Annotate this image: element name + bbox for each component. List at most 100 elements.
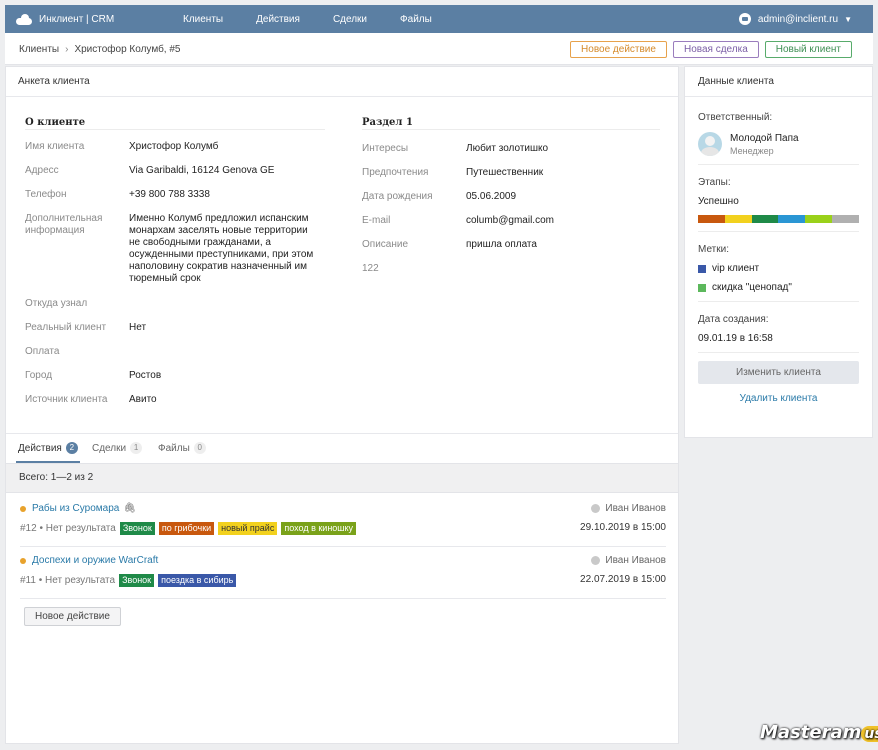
- new-client-button[interactable]: Новый клиент: [764, 41, 852, 58]
- action-title-link[interactable]: Рабы из Суромара: [32, 503, 119, 514]
- about-section: О клиенте Имя клиента Христофор Колумб Ад…: [25, 117, 325, 408]
- breadcrumb: Клиенты › Христофор Колумб, #5: [19, 33, 181, 65]
- field-row: Телефон +39 800 788 3338: [25, 189, 325, 203]
- field-value: Именно Колумб предложил испанским монарх…: [129, 213, 314, 284]
- client-profile-panel: Анкета клиента О клиенте Имя клиента Хрис…: [5, 66, 679, 744]
- section-title: Раздел 1: [362, 117, 660, 131]
- field-label: Дата рождения: [362, 191, 433, 202]
- action-item: Рабы из Суромара 🖇 Иван Иванов #12 • Нет…: [20, 495, 666, 547]
- user-avatar-icon: [738, 13, 751, 25]
- brand[interactable]: Инклиент | CRM: [16, 5, 114, 33]
- add-action-button[interactable]: Новое действие: [24, 607, 121, 626]
- field-row: Адресс Via Garibaldi, 16124 Genova GE: [25, 165, 325, 179]
- tab-files[interactable]: Файлы 0: [158, 442, 206, 454]
- count-badge: 2: [65, 442, 78, 454]
- action-meta: #11 • Нет результата: [20, 575, 116, 586]
- status-dot-icon: [20, 505, 26, 512]
- field-label: Предпочтения: [362, 167, 429, 178]
- field-row: Город Ростов: [25, 370, 325, 384]
- field-value: Ростов: [129, 370, 162, 381]
- client-tag: vip клиент: [698, 263, 859, 274]
- tab-actions[interactable]: Действия 2: [18, 442, 78, 454]
- field-value: Христофор Колумб: [129, 141, 219, 152]
- stage-segment: [698, 215, 725, 223]
- field-value: Нет: [129, 322, 147, 333]
- breadcrumb-clients[interactable]: Клиенты: [19, 44, 59, 55]
- section-1: Раздел 1 Интересы Любит золотишко Предпоч…: [362, 117, 660, 277]
- field-value: +39 800 788 3338: [129, 189, 210, 200]
- field-label: Источник клиента: [25, 394, 108, 405]
- field-label: Телефон: [25, 189, 67, 200]
- new-action-button[interactable]: Новое действие: [570, 41, 667, 58]
- stage-segment: [832, 215, 859, 223]
- chevron-right-icon: ›: [65, 43, 69, 55]
- nav-item-files[interactable]: Файлы: [400, 14, 432, 25]
- stage-segment: [751, 215, 779, 223]
- client-data-panel: Данные клиента Ответственный: Молодой Па…: [684, 66, 873, 438]
- field-row: Описание пришла оплата: [362, 239, 660, 253]
- count-badge: 1: [130, 442, 143, 454]
- user-email: admin@inclient.ru: [757, 13, 839, 25]
- tag-color-icon: [698, 283, 706, 292]
- edit-client-button[interactable]: Изменить клиента: [698, 361, 859, 384]
- action-date: 29.10.2019 в 15:00: [580, 522, 666, 533]
- breadcrumb-bar: Клиенты › Христофор Колумб, #5 Новое дей…: [5, 33, 873, 65]
- field-row: Интересы Любит золотишко: [362, 143, 660, 157]
- action-date: 22.07.2019 в 15:00: [580, 574, 666, 585]
- field-value: пришла оплата: [466, 239, 537, 250]
- nav-item-clients[interactable]: Клиенты: [183, 14, 223, 25]
- manager-name: Молодой Папа: [730, 132, 799, 144]
- section-title: О клиенте: [25, 117, 325, 131]
- field-value: Авито: [129, 394, 157, 405]
- field-label: Откуда узнал: [25, 298, 88, 309]
- status-dot-icon: [20, 557, 26, 564]
- field-label: 122: [362, 263, 379, 274]
- field-value: Путешественник: [466, 167, 544, 178]
- created-label: Дата создания:: [698, 314, 769, 325]
- panel-title: Анкета клиента: [6, 67, 678, 97]
- delete-client-link[interactable]: Удалить клиента: [698, 393, 859, 404]
- cloud-logo-icon: [16, 14, 32, 25]
- tag[interactable]: поход в киношку: [281, 522, 357, 535]
- field-row: Предпочтения Путешественник: [362, 167, 660, 181]
- field-value: 05.06.2009: [466, 191, 517, 202]
- tag[interactable]: Звонок: [119, 574, 155, 587]
- nav-item-deals[interactable]: Сделки: [333, 14, 367, 25]
- field-label: Реальный клиент: [25, 322, 107, 333]
- stage-segment: [778, 215, 806, 223]
- user-menu[interactable]: admin@inclient.ru ▼: [738, 5, 852, 33]
- brand-title: Инклиент | CRM: [39, 13, 115, 25]
- client-tag: скидка "ценопад": [698, 282, 859, 293]
- tab-deals[interactable]: Сделки 1: [92, 442, 143, 454]
- user-icon: [591, 556, 601, 565]
- field-label: Оплата: [25, 346, 60, 357]
- stage-segment: [805, 215, 833, 223]
- nav-item-actions[interactable]: Действия: [256, 14, 300, 25]
- count-badge: 0: [193, 442, 206, 454]
- field-label: Имя клиента: [25, 141, 85, 152]
- action-owner: Иван Иванов: [591, 555, 666, 566]
- breadcrumb-current: Христофор Колумб, #5: [74, 43, 181, 55]
- total-count: Всего: 1—2 из 2: [6, 463, 678, 493]
- field-row: E-mail columb@gmail.com: [362, 215, 660, 229]
- caret-down-icon[interactable]: ▼: [844, 15, 852, 24]
- new-deal-button[interactable]: Новая сделка: [672, 41, 759, 58]
- field-value: Любит золотишко: [466, 143, 549, 154]
- tag[interactable]: по грибочки: [158, 522, 215, 535]
- stages-label: Этапы:: [698, 177, 731, 188]
- action-title-link[interactable]: Доспехи и оружие WarCraft: [32, 555, 158, 566]
- tag[interactable]: Звонок: [119, 522, 155, 535]
- manager-card[interactable]: Молодой Папа Менеджер: [698, 132, 859, 165]
- tag[interactable]: поездка в сибирь: [158, 574, 237, 587]
- stage-value: Успешно: [698, 196, 739, 207]
- tags-label: Метки:: [698, 244, 729, 255]
- field-label: Интересы: [362, 143, 409, 154]
- field-value: columb@gmail.com: [466, 215, 554, 226]
- field-row: Оплата: [25, 346, 325, 360]
- field-row: Реальный клиент Нет: [25, 322, 325, 336]
- field-row: Откуда узнал: [25, 298, 325, 312]
- side-panel-title: Данные клиента: [685, 67, 872, 97]
- field-label: Описание: [362, 239, 409, 250]
- tabs: Действия 2 Сделки 1 Файлы 0: [6, 433, 678, 463]
- tag[interactable]: новый прайс: [218, 522, 278, 535]
